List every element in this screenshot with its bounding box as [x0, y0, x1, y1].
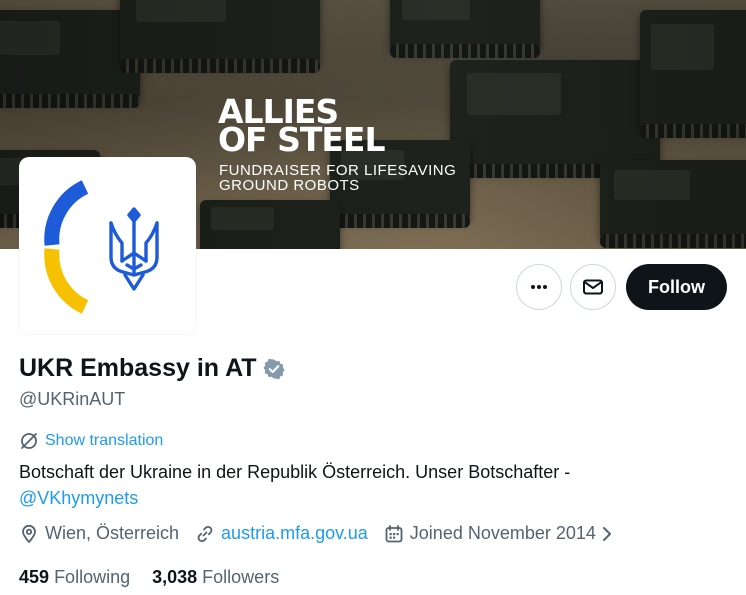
website-link[interactable]: austria.mfa.gov.ua	[221, 523, 368, 544]
banner-title: ALLIES OF STEEL	[218, 92, 385, 159]
profile-stats: 459 Following 3,038 Followers	[19, 567, 301, 588]
show-translation-link[interactable]: Show translation	[19, 431, 163, 451]
location-pin-icon	[22, 524, 36, 543]
more-options-button[interactable]	[516, 264, 562, 310]
user-handle: @UKRinAUT	[19, 389, 126, 409]
calendar-icon	[385, 524, 403, 542]
envelope-icon	[583, 279, 603, 295]
location-item: Wien, Österreich	[19, 523, 179, 544]
bio-mention-link[interactable]: @VKhymynets	[19, 488, 138, 508]
following-count: 459	[19, 567, 50, 587]
show-translation-label: Show translation	[45, 432, 164, 449]
following-link[interactable]: 459 Following	[19, 567, 130, 588]
profile-meta: Wien, Österreich austria.mfa.gov.ua Join…	[19, 523, 636, 544]
profile-avatar[interactable]	[19, 157, 196, 334]
banner-subtitle: FUNDRAISER FOR LIFESAVING GROUND ROBOTS	[219, 162, 457, 194]
following-label: Following	[54, 567, 131, 587]
followers-link[interactable]: 3,038 Followers	[152, 567, 279, 588]
joined-date: Joined November 2014	[409, 523, 596, 543]
verified-badge-icon[interactable]	[262, 358, 285, 380]
display-name-row: UKR Embassy in AT	[19, 354, 285, 383]
link-icon	[197, 525, 213, 542]
more-horizontal-icon	[531, 285, 547, 289]
ukraine-trident-emblem-icon	[44, 180, 159, 314]
follow-button[interactable]: Follow	[626, 264, 727, 310]
display-name: UKR Embassy in AT	[19, 354, 257, 382]
followers-count: 3,038	[152, 567, 198, 587]
location-text: Wien, Österreich	[45, 523, 180, 543]
followers-label: Followers	[202, 567, 280, 587]
joined-item: Joined November 2014	[384, 523, 620, 544]
message-button[interactable]	[570, 264, 616, 310]
chevron-right-icon[interactable]	[600, 525, 620, 543]
profile-bio: Botschaft der Ukraine in der Republik Ös…	[19, 459, 719, 511]
bio-text: Botschaft der Ukraine in der Republik Ös…	[19, 462, 571, 482]
translate-icon	[21, 433, 37, 449]
website-item[interactable]: austria.mfa.gov.ua	[195, 523, 368, 544]
